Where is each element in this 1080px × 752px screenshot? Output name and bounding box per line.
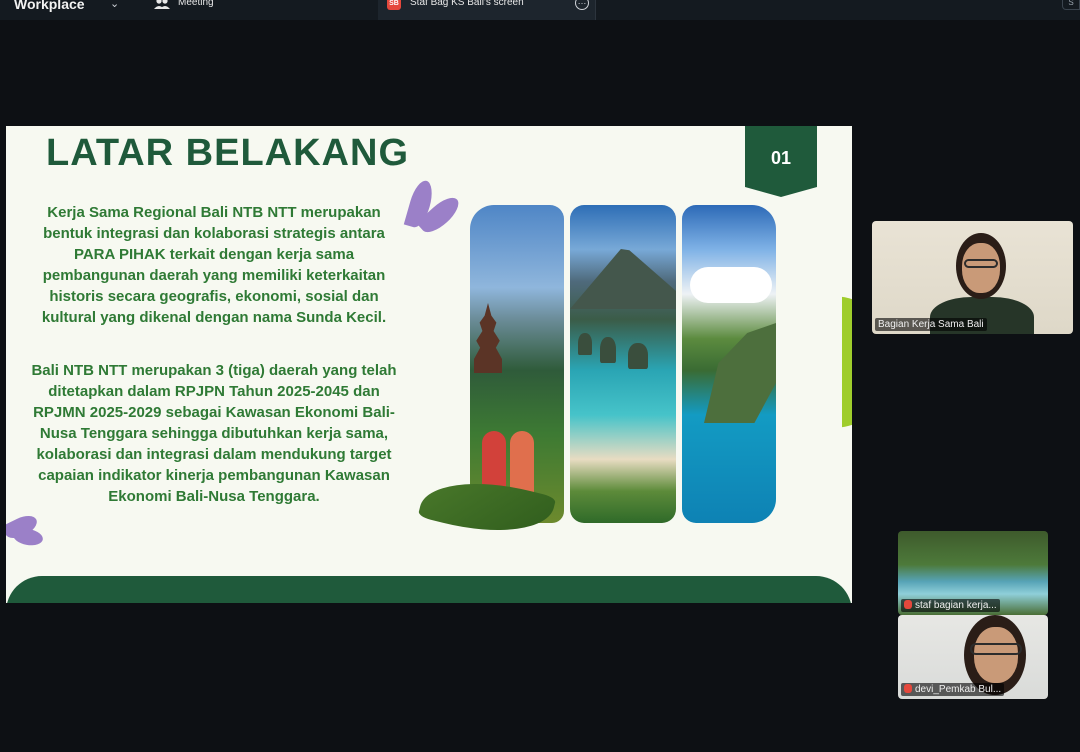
corner-button[interactable]: S — [1062, 0, 1080, 10]
participant-name-label-wrap: devi_Pemkab Bul... — [901, 683, 1005, 696]
glasses-icon — [964, 259, 998, 268]
screen-share-tab[interactable]: SB Staf Bag KS Bali's screen … — [378, 0, 596, 20]
app-brand[interactable]: Workplace — [14, 0, 85, 12]
photo-bali-temple — [470, 205, 564, 523]
participant-name-label-wrap: staf bagian kerja... — [901, 599, 1000, 612]
participant-face — [974, 627, 1018, 683]
top-bar: Workplace ⌄ Meeting SB Staf Bag KS Bali'… — [0, 0, 1080, 20]
slide-title: LATAR BELAKANG — [46, 132, 409, 174]
meeting-tab-label[interactable]: Meeting — [178, 0, 214, 8]
rock-shape — [628, 343, 648, 369]
mic-off-icon — [904, 684, 912, 693]
rock-shape — [600, 337, 616, 363]
screen-share-label: Staf Bag KS Bali's screen — [410, 0, 524, 8]
cliff-shape — [704, 323, 776, 423]
slide-number-tab: 01 — [745, 126, 817, 197]
mountain-shape — [570, 249, 676, 309]
glasses-icon — [970, 643, 1022, 655]
slide-bottom-band — [6, 576, 852, 603]
rock-shape — [578, 333, 592, 355]
slide-paragraph-1: Kerja Sama Regional Bali NTB NTT merupak… — [41, 204, 387, 326]
cloud-shape — [690, 267, 772, 303]
decoration-mask — [786, 296, 842, 428]
shared-slide: LATAR BELAKANG 01 Kerja Sama Regional Ba… — [6, 126, 852, 603]
photo-island-cliff — [682, 205, 776, 523]
more-icon[interactable]: … — [575, 0, 589, 10]
mic-off-icon — [904, 600, 912, 609]
participant-video-tile[interactable]: staf bagian kerja... — [898, 531, 1048, 615]
participant-video-tile[interactable]: devi_Pemkab Bul... — [898, 615, 1048, 699]
participant-video-tile[interactable]: Bagian Kerja Sama Bali — [872, 221, 1073, 334]
brand-chevron-down-icon[interactable]: ⌄ — [110, 0, 119, 10]
participant-name-label: staf bagian kerja... — [915, 600, 997, 611]
participant-name-label: devi_Pemkab Bul... — [915, 684, 1002, 695]
people-icon — [154, 0, 170, 9]
participant-face — [962, 243, 1000, 293]
participant-name-label: Bagian Kerja Sama Bali — [875, 318, 987, 331]
photo-volcano-beach — [570, 205, 676, 523]
temple-shape — [474, 303, 502, 373]
slide-paragraph-2: Bali NTB NTT merupakan 3 (tiga) daerah y… — [31, 362, 397, 505]
top-bar-right-area — [612, 0, 1060, 19]
presenter-badge: SB — [387, 0, 401, 10]
slide-number: 01 — [770, 148, 792, 168]
purple-petal-decoration — [11, 526, 45, 548]
